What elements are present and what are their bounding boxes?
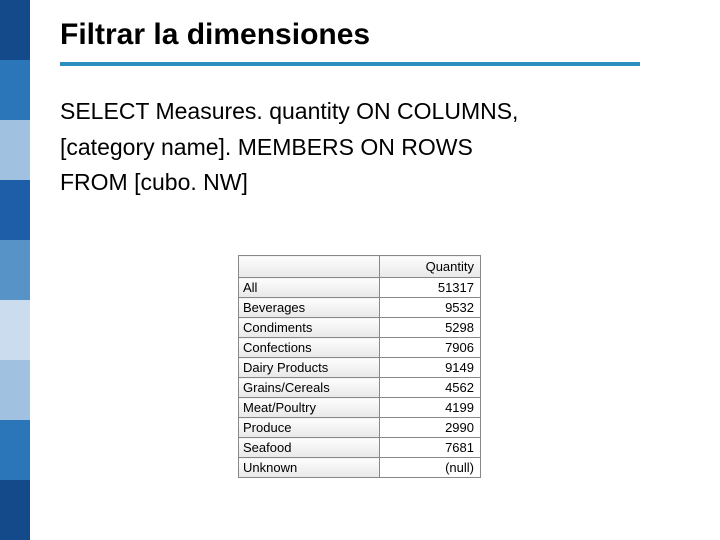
cell-value: 9532 — [380, 298, 481, 318]
table-row: Confections 7906 — [239, 338, 481, 358]
table-row: Meat/Poultry 4199 — [239, 398, 481, 418]
row-label: Dairy Products — [239, 358, 380, 378]
content-area: Filtrar la dimensiones SELECT Measures. … — [60, 18, 690, 201]
cell-value: 51317 — [380, 278, 481, 298]
row-label: Produce — [239, 418, 380, 438]
cell-value: 7906 — [380, 338, 481, 358]
table-row: Dairy Products 9149 — [239, 358, 481, 378]
cell-value: 4562 — [380, 378, 481, 398]
column-header: Quantity — [380, 256, 481, 278]
title-underline — [60, 62, 640, 66]
mdx-query-block: SELECT Measures. quantity ON COLUMNS, [c… — [60, 94, 690, 201]
row-label: Unknown — [239, 458, 380, 478]
row-label: Meat/Poultry — [239, 398, 380, 418]
row-label: Grains/Cereals — [239, 378, 380, 398]
decorative-left-strip — [0, 0, 30, 540]
table-header-row: Quantity — [239, 256, 481, 278]
code-line: SELECT Measures. quantity ON COLUMNS, — [60, 94, 690, 130]
row-label: Confections — [239, 338, 380, 358]
slide: Filtrar la dimensiones SELECT Measures. … — [0, 0, 720, 540]
row-label: All — [239, 278, 380, 298]
code-line: [category name]. MEMBERS ON ROWS — [60, 130, 690, 166]
cell-value: 4199 — [380, 398, 481, 418]
row-label: Seafood — [239, 438, 380, 458]
cell-value: 9149 — [380, 358, 481, 378]
table-row: Grains/Cereals 4562 — [239, 378, 481, 398]
cell-value: (null) — [380, 458, 481, 478]
cell-value: 2990 — [380, 418, 481, 438]
table-row: Unknown (null) — [239, 458, 481, 478]
slide-title: Filtrar la dimensiones — [60, 18, 690, 52]
query-result-table: Quantity All 51317 Beverages 9532 Condim… — [238, 255, 481, 478]
cell-value: 5298 — [380, 318, 481, 338]
corner-cell — [239, 256, 380, 278]
table-row: All 51317 — [239, 278, 481, 298]
table-row: Produce 2990 — [239, 418, 481, 438]
row-label: Condiments — [239, 318, 380, 338]
table-row: Seafood 7681 — [239, 438, 481, 458]
code-line: FROM [cubo. NW] — [60, 165, 690, 201]
cell-value: 7681 — [380, 438, 481, 458]
table-row: Beverages 9532 — [239, 298, 481, 318]
row-label: Beverages — [239, 298, 380, 318]
table-row: Condiments 5298 — [239, 318, 481, 338]
